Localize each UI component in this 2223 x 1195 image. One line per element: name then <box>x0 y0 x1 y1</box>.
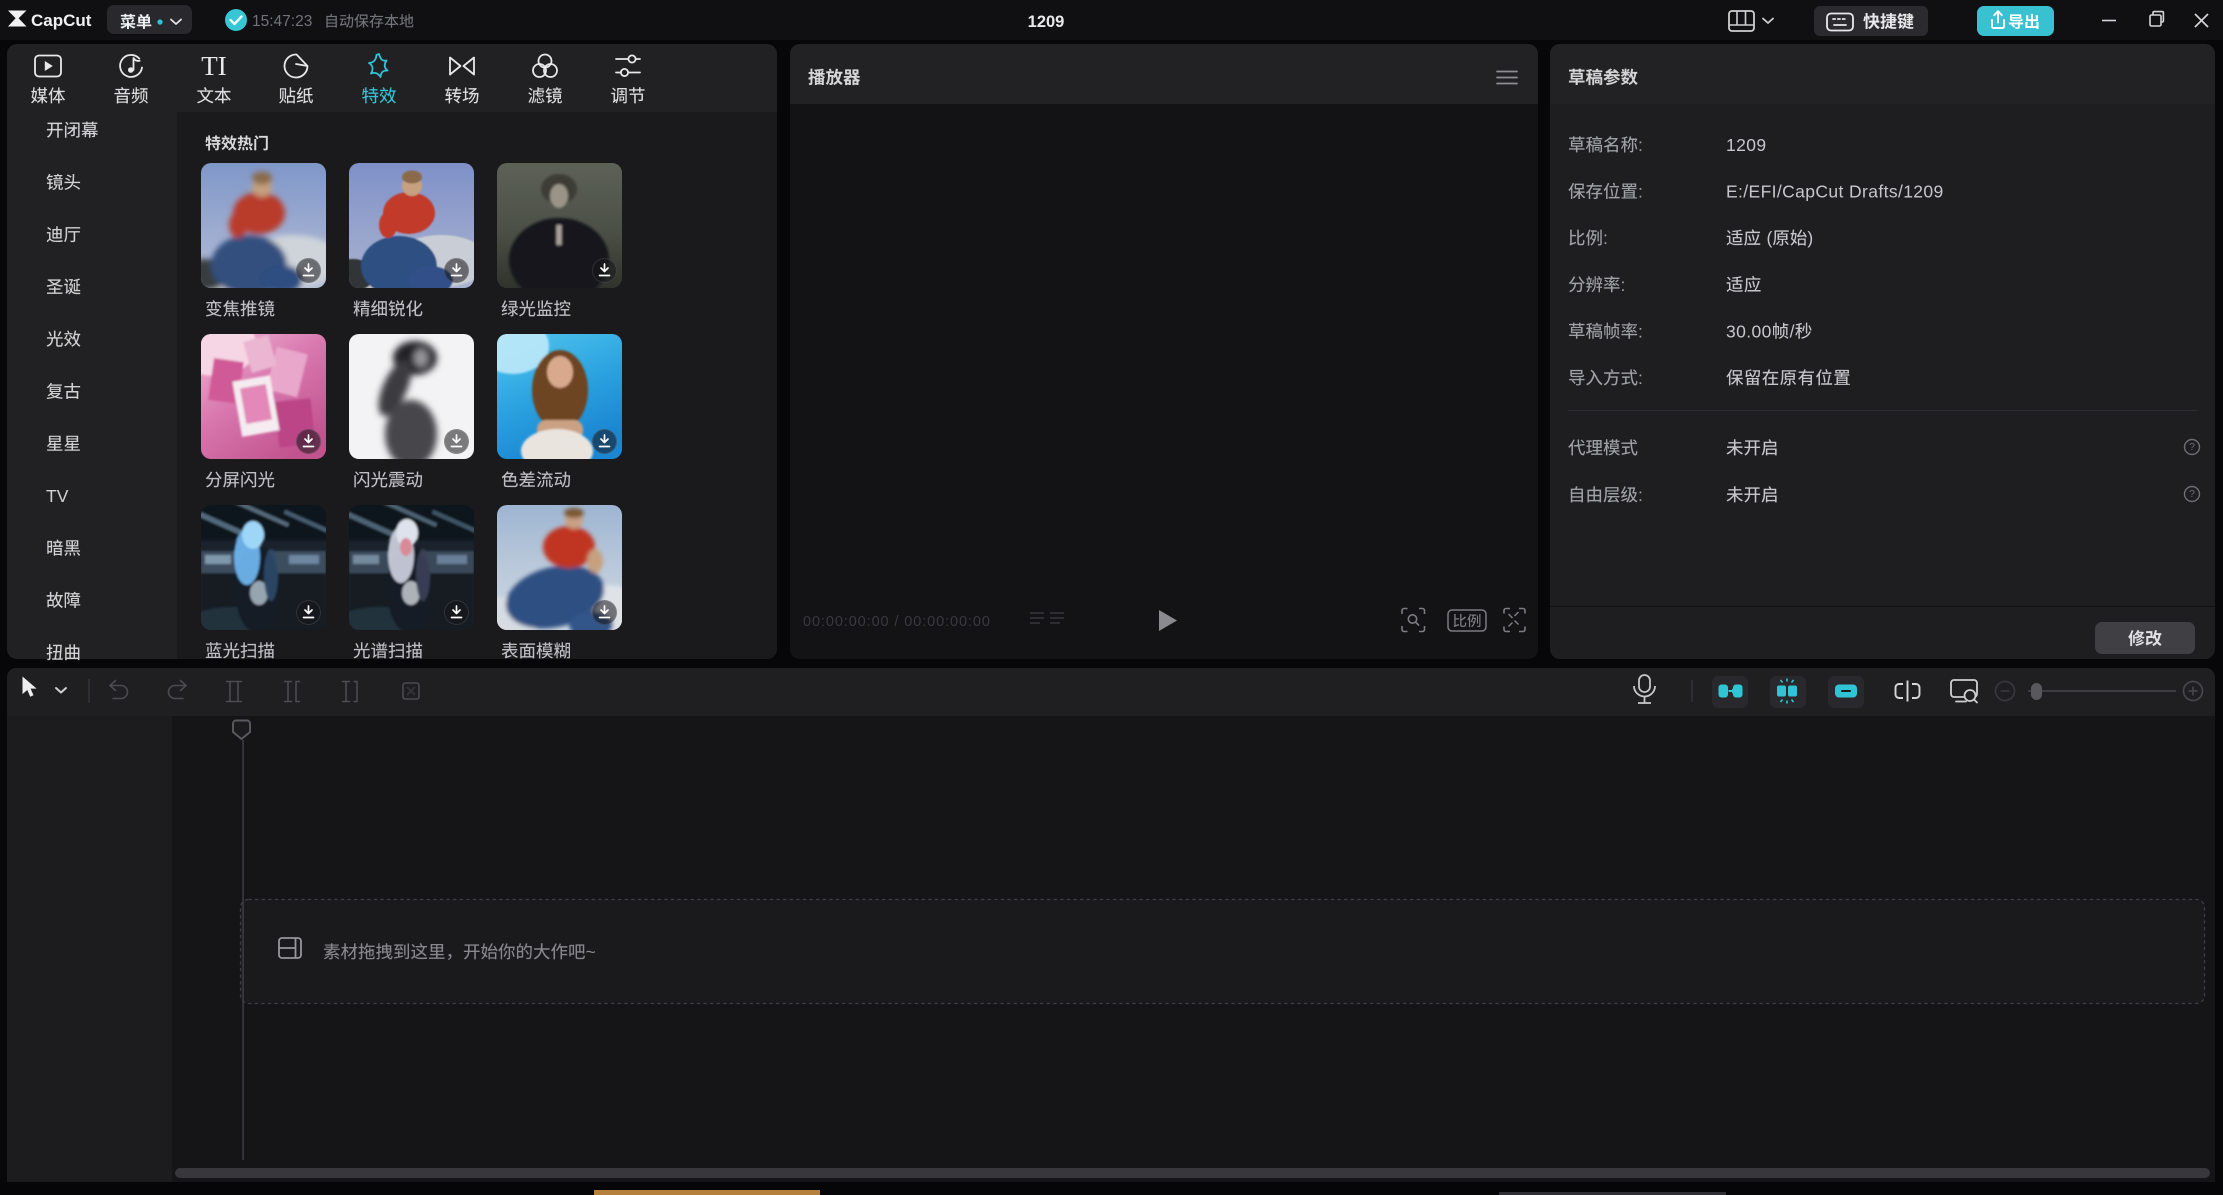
svg-text:TI: TI <box>201 51 226 81</box>
svg-text:1209: 1209 <box>1726 135 1766 155</box>
svg-text:/: / <box>1790 321 1795 341</box>
svg-text::: : <box>1603 228 1608 248</box>
svg-text:~: ~ <box>586 942 596 962</box>
svg-text::: : <box>1638 485 1643 505</box>
svg-text:): ) <box>1807 228 1813 248</box>
svg-text::: : <box>1638 321 1643 341</box>
svg-text::: : <box>1638 135 1643 155</box>
svg-text:?: ? <box>2189 488 2195 500</box>
svg-text:15:47:23: 15:47:23 <box>252 13 312 30</box>
svg-text:E:/EFI/CapCut Drafts/1209: E:/EFI/CapCut Drafts/1209 <box>1726 182 1944 202</box>
svg-text:1209: 1209 <box>1028 13 1065 31</box>
svg-text:(: ( <box>1767 228 1773 248</box>
svg-text::: : <box>1638 368 1643 388</box>
svg-text:30.00: 30.00 <box>1726 321 1772 341</box>
svg-text:?: ? <box>2189 441 2195 453</box>
svg-text::: : <box>1621 275 1626 295</box>
svg-text:TV: TV <box>46 486 69 506</box>
svg-text::: : <box>1638 182 1643 202</box>
svg-text:CapCut: CapCut <box>31 11 92 30</box>
svg-text:00:00:00:00 / 00:00:00:00: 00:00:00:00 / 00:00:00:00 <box>803 614 991 630</box>
